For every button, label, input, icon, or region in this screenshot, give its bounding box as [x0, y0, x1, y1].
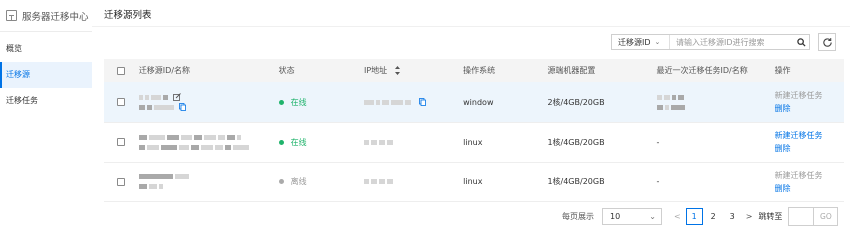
col-header-last-task: 最近一次迁移任务ID/名称 [656, 66, 748, 75]
search-icon[interactable] [793, 35, 809, 49]
sidebar-item-overview[interactable]: 概览 [0, 36, 92, 62]
edit-icon[interactable] [172, 93, 181, 101]
col-header-config: 源端机器配置 [547, 66, 596, 75]
search-bar: 迁移源ID ⌄ [611, 34, 810, 50]
status-cell: 在线 [278, 137, 364, 148]
col-header-ip[interactable]: IP地址 [364, 65, 463, 76]
status-text: 在线 [290, 137, 307, 147]
new-migration-task-link[interactable]: 新建迁移任务 [775, 169, 844, 182]
page-size-select[interactable]: 10 ⌄ [602, 207, 662, 225]
status-cell: 在线 [278, 97, 364, 108]
delete-link[interactable]: 删除 [775, 142, 844, 155]
copy-icon[interactable] [178, 103, 186, 111]
sidebar: 服务器迁移中心 概览 迁移源 迁移任务 [0, 0, 93, 242]
status-dot [278, 139, 284, 145]
status-cell: 离线 [278, 176, 364, 187]
chevron-down-icon: ⌄ [649, 211, 656, 221]
sort-icon[interactable] [394, 66, 401, 75]
server-migration-icon [6, 10, 17, 21]
jump-label: 跳转至 [758, 211, 783, 221]
row-checkbox[interactable] [117, 177, 125, 186]
refresh-icon [822, 37, 832, 47]
sidebar-title: 服务器迁移中心 [22, 11, 89, 23]
delete-link[interactable]: 删除 [775, 102, 844, 115]
page-title: 迁移源列表 [104, 10, 152, 21]
chevron-down-icon: ⌄ [654, 38, 661, 46]
copy-icon[interactable] [418, 98, 426, 106]
page-1[interactable]: 1 [685, 207, 703, 225]
last-task-cell: - [656, 177, 660, 186]
os-cell: window [463, 97, 494, 107]
sidebar-item-migration-task[interactable]: 迁移任务 [0, 88, 92, 114]
col-header-status: 状态 [278, 66, 295, 75]
row-checkbox[interactable] [117, 98, 125, 106]
divider [92, 26, 850, 27]
prev-page-button[interactable]: < [674, 212, 681, 221]
jump-page-input[interactable] [788, 206, 815, 226]
page-size-label: 每页展示 [562, 211, 594, 221]
config-cell: 2核/4GB/20GB [547, 97, 605, 107]
config-cell: 1核/4GB/20GB [547, 137, 605, 147]
table-row: 在线 linux 1核/4GB/20GB - 新建迁移任务 删除 [104, 122, 844, 163]
table-row: 在线 window 2核/4GB/20GB 新建迁移任务 删除 [104, 82, 844, 123]
new-migration-task-link[interactable]: 新建迁移任务 [775, 129, 844, 142]
col-header-os: 操作系统 [463, 66, 496, 75]
search-input[interactable] [670, 37, 793, 47]
os-cell: linux [463, 177, 483, 186]
select-all-checkbox[interactable] [117, 66, 125, 75]
pagination: 每页展示 10 ⌄ < 1 2 3 > 跳转至 GO [562, 206, 839, 226]
status-dot [278, 99, 284, 105]
page-2[interactable]: 2 [705, 208, 722, 225]
status-text: 离线 [290, 177, 307, 186]
main-content: 迁移源列表 迁移源ID ⌄ 迁移源ID/名称 状态 IP地址 操作系统 源端机器… [92, 0, 850, 242]
col-header-actions: 操作 [774, 66, 791, 75]
refresh-button[interactable] [818, 33, 836, 51]
row-checkbox[interactable] [117, 138, 125, 146]
next-page-button[interactable]: > [746, 212, 753, 221]
last-task-cell: - [656, 137, 660, 147]
page-3[interactable]: 3 [724, 208, 741, 225]
table-header: 迁移源ID/名称 状态 IP地址 操作系统 源端机器配置 最近一次迁移任务ID/… [104, 59, 844, 82]
new-migration-task-link[interactable]: 新建迁移任务 [775, 89, 844, 102]
delete-link[interactable]: 删除 [775, 182, 844, 195]
status-dot [278, 179, 284, 184]
page-size-value: 10 [610, 211, 621, 221]
status-text: 在线 [290, 97, 307, 107]
sidebar-header: 服务器迁移中心 [0, 0, 92, 32]
os-cell: linux [463, 137, 483, 147]
col-header-id: 迁移源ID/名称 [138, 66, 191, 75]
table-row: 离线 linux 1核/4GB/20GB - 新建迁移任务 删除 [104, 162, 844, 202]
sidebar-item-migration-source[interactable]: 迁移源 [0, 62, 92, 88]
search-field-label: 迁移源ID [618, 37, 651, 47]
config-cell: 1核/4GB/20GB [547, 177, 605, 186]
go-button[interactable]: GO [814, 206, 839, 226]
col-header-ip-label: IP地址 [363, 66, 388, 75]
search-field-select[interactable]: 迁移源ID ⌄ [612, 35, 670, 49]
